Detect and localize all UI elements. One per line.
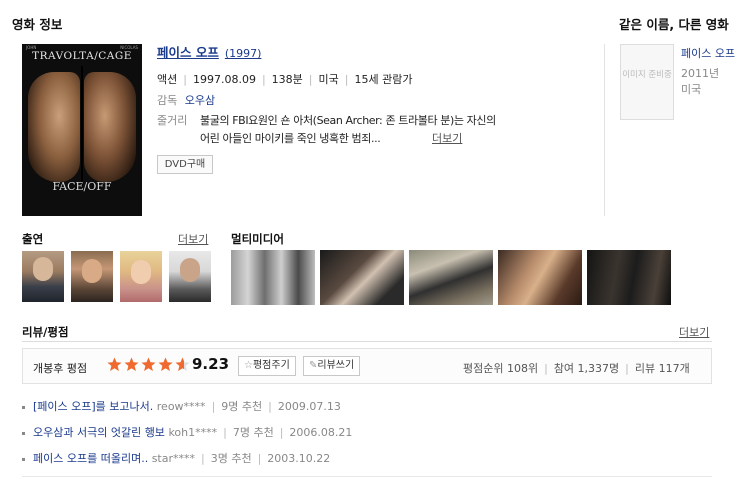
related-movie-year: 2011년 <box>681 67 720 80</box>
rating-stats: 평점순위 108위 | 참여 1,337명 | 리뷰 117개 <box>463 362 690 375</box>
movie-runtime: 138분 <box>271 73 303 86</box>
star-icon <box>175 357 190 371</box>
director-link[interactable]: 오우삼 <box>185 94 215 107</box>
plot-more-link[interactable]: 더보기 <box>432 130 462 146</box>
review-count: 리뷰 117개 <box>634 362 690 375</box>
movie-rating: 15세 관람가 <box>354 73 413 86</box>
multimedia-thumb-3[interactable] <box>409 250 493 305</box>
poster-face-left <box>28 72 80 182</box>
review-author: koh1**** <box>168 426 218 439</box>
multimedia-thumb-5[interactable] <box>587 250 671 305</box>
cast-photo-4[interactable] <box>169 251 211 302</box>
plot-label: 줄거리 <box>157 114 188 127</box>
review-title-link[interactable]: 페이스 오프를 떠올리며.. <box>33 452 148 465</box>
multimedia-title: 멀티미디어 <box>231 232 284 246</box>
review-date: 2009.07.13 <box>277 400 341 413</box>
review-title-link[interactable]: 오우삼과 서극의 엇갈린 행보 <box>33 426 165 439</box>
movie-title-link[interactable]: 페이스 오프 <box>157 45 219 60</box>
movie-release-date: 1997.08.09 <box>192 73 256 86</box>
star-outline-icon: ☆ <box>244 360 253 371</box>
related-movie-country: 미국 <box>681 83 702 96</box>
dvd-purchase-button[interactable]: DVD구매 <box>157 155 213 174</box>
divider <box>604 44 605 216</box>
rate-button[interactable]: ☆평점주기 <box>238 356 296 376</box>
poster-bottom-text: FACE/OFF <box>52 180 112 193</box>
multimedia-thumb-1[interactable] <box>231 250 315 305</box>
write-review-button[interactable]: ✎리뷰쓰기 <box>303 356 361 376</box>
star-rating <box>107 357 192 375</box>
review-recommend: 9명 추천 <box>221 400 263 413</box>
no-image-placeholder: 이미지 준비중 <box>620 44 674 120</box>
plot-line-1: 불굴의 FBI요원인 숀 아처(Sean Archer: 존 트라볼타 분)는 … <box>200 114 496 127</box>
review-item: 오우삼과 서극의 엇갈린 행보 koh1**** | 7명 추천 | 2006.08.2… <box>22 424 352 440</box>
review-item: 페이스 오프를 떠올리며.. star**** | 3명 추천 | 2003.10.22 <box>22 450 330 466</box>
poster-face-right <box>84 72 136 182</box>
poster-title-text: TRAVOLTA/CAGE <box>32 50 132 62</box>
review-date: 2006.08.21 <box>289 426 353 439</box>
rating-label: 개봉후 평점 <box>33 362 88 375</box>
star-icon <box>107 357 122 371</box>
cast-photo-3[interactable] <box>120 251 162 302</box>
rating-score: 9.23 <box>192 355 230 373</box>
section-title-movie-info: 영화 정보 <box>12 17 63 32</box>
related-movie-title[interactable]: 페이스 오프 <box>681 45 735 61</box>
cast-photo-2[interactable] <box>71 251 113 302</box>
rating-rank: 평점순위 108위 <box>463 362 539 375</box>
movie-genre: 액션 <box>157 73 178 86</box>
review-date: 2003.10.22 <box>267 452 331 465</box>
review-title-link[interactable]: [페이스 오프]를 보고나서. <box>33 400 153 413</box>
cast-more-link[interactable]: 더보기 <box>178 231 208 247</box>
movie-meta: 액션 | 1997.08.09 | 138분 | 미국 | 15세 관람가 <box>157 73 413 86</box>
movie-poster[interactable]: JOHN NICOLAS TRAVOLTA/CAGE FACE/OFF <box>22 44 142 216</box>
star-icon <box>141 357 156 371</box>
section-title-same-name: 같은 이름, 다른 영화 <box>619 17 729 32</box>
review-recommend: 7명 추천 <box>232 426 274 439</box>
cast-photo-1[interactable] <box>22 251 64 302</box>
star-icon <box>124 357 139 371</box>
review-item: [페이스 오프]를 보고나서. reow**** | 9명 추천 | 2009.07.1… <box>22 398 341 414</box>
multimedia-thumb-4[interactable] <box>498 250 582 305</box>
cast-title: 출연 <box>22 232 44 246</box>
reviews-title: 리뷰/평점 <box>22 325 69 339</box>
director-label: 감독 <box>157 94 178 107</box>
reviews-more-link[interactable]: 더보기 <box>679 324 709 340</box>
plot-line-2: 어린 아들인 마이키를 죽인 냉혹한 범죄... <box>200 132 381 145</box>
multimedia-thumb-2[interactable] <box>320 250 404 305</box>
movie-year-link[interactable]: (1997) <box>225 47 262 60</box>
review-author: reow**** <box>156 400 206 413</box>
rating-participants: 참여 1,337명 <box>553 362 620 375</box>
star-icon <box>158 357 173 371</box>
review-recommend: 3명 추천 <box>210 452 252 465</box>
movie-country: 미국 <box>318 73 339 86</box>
review-author: star**** <box>151 452 195 465</box>
